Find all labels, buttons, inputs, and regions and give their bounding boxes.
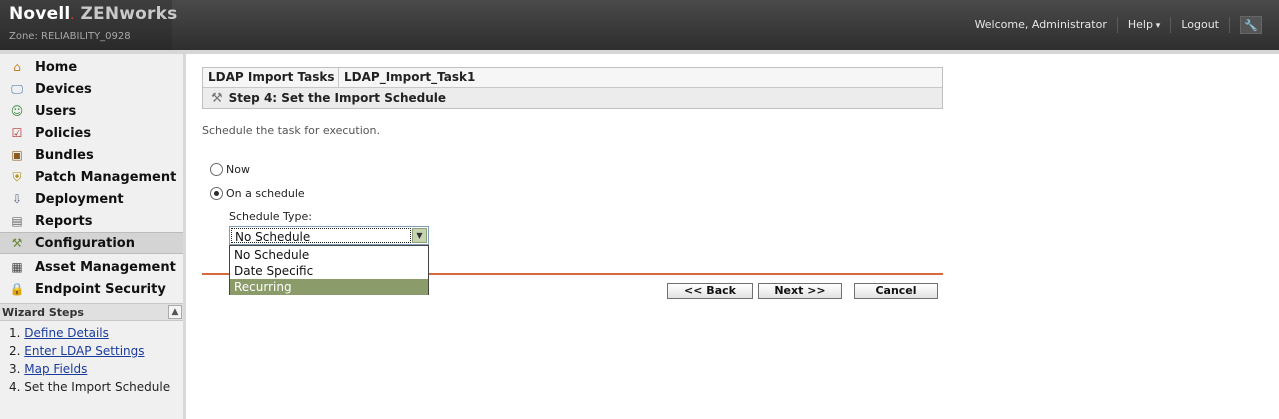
brand-dot: .	[70, 11, 75, 22]
next-button[interactable]: Next >>	[758, 283, 842, 299]
wizard-step-number: 4.	[9, 380, 21, 394]
chevron-down-icon[interactable]: ▼	[412, 228, 427, 243]
sidebar-item-label: Asset Management	[35, 259, 176, 275]
bundles-icon: ▣	[11, 148, 23, 162]
option-now[interactable]: Now	[210, 163, 250, 176]
wizard-step-link[interactable]: Map Fields	[24, 362, 87, 376]
deployment-icon: ⇩	[11, 192, 23, 206]
dropdown-option-recurring[interactable]: Recurring	[230, 279, 428, 295]
wizard-step-3: 3. Map Fields	[9, 362, 87, 376]
back-button[interactable]: << Back	[667, 283, 753, 299]
sidebar-item-label: Bundles	[35, 147, 94, 163]
brand-area: Novell. ZENworks Zone: RELIABILITY_0928	[0, 0, 177, 50]
page-title: Step 4: Set the Import Schedule	[228, 91, 447, 105]
sidebar-item-label: Deployment	[35, 191, 124, 207]
chevron-up-icon: ▲	[171, 307, 179, 317]
policies-icon: ☑	[11, 126, 23, 140]
sidebar-item-label: Users	[35, 103, 77, 119]
wizard-step-1: 1. Define Details	[9, 326, 109, 340]
breadcrumb-section[interactable]: LDAP Import Tasks	[203, 68, 339, 88]
sidebar-item-deployment[interactable]: ⇩ Deployment	[0, 188, 183, 210]
header-links: Welcome, Administrator Help Logout 🔧	[965, 0, 1279, 50]
wizard-step-number: 2.	[9, 344, 21, 358]
sidebar-item-bundles[interactable]: ▣ Bundles	[0, 144, 183, 166]
radio-on-schedule-label: On a schedule	[226, 187, 305, 200]
sidebar-item-label: Endpoint Security	[35, 281, 166, 297]
breadcrumb-task: LDAP_Import_Task1	[344, 70, 476, 84]
wizard-step-number: 3.	[9, 362, 21, 376]
breadcrumb: LDAP Import Tasks LDAP_Import_Task1 ⚒ St…	[202, 67, 943, 109]
zone-label: Zone: RELIABILITY_0928	[9, 31, 131, 42]
welcome-text: Welcome, Administrator	[965, 17, 1118, 33]
sidebar-item-patch-management[interactable]: ⛨ Patch Management	[0, 166, 183, 188]
brand-product: ZENworks	[80, 4, 178, 24]
asset-icon: ▦	[11, 260, 23, 274]
header-divider	[0, 50, 1279, 54]
help-menu[interactable]: Help	[1118, 17, 1172, 33]
sidebar-item-home[interactable]: ⌂ Home	[0, 56, 183, 78]
sidebar-item-label: Policies	[35, 125, 92, 141]
wizard-step-2: 2. Enter LDAP Settings	[9, 344, 145, 358]
sidebar-item-label: Patch Management	[35, 169, 177, 185]
description-text: Schedule the task for execution.	[202, 124, 380, 137]
schedule-type-dropdown: No Schedule Date Specific Recurring	[229, 245, 429, 295]
sidebar-item-devices[interactable]: 🖵 Devices	[0, 78, 183, 100]
radio-now-label: Now	[226, 163, 250, 176]
select-focus-ring: No Schedule	[231, 228, 411, 244]
schedule-type-select[interactable]: No Schedule ▼	[229, 226, 429, 245]
sidebar-item-label: Configuration	[35, 235, 135, 251]
sidebar-item-label: Devices	[35, 81, 92, 97]
wizard-step-current: Set the Import Schedule	[24, 380, 171, 394]
brand-novell: Novell	[9, 4, 71, 24]
dropdown-option-date-specific[interactable]: Date Specific	[230, 263, 428, 279]
step-title-row: ⚒ Step 4: Set the Import Schedule	[203, 88, 942, 108]
lock-icon: 🔒	[9, 282, 25, 296]
sidebar-item-endpoint-security[interactable]: 🔒 Endpoint Security	[0, 278, 183, 300]
wizard-wand-icon: ⚒	[211, 90, 223, 106]
schedule-type-label: Schedule Type:	[229, 210, 313, 223]
wrench-icon: 🔧	[1244, 18, 1258, 32]
schedule-type-value: No Schedule	[235, 230, 311, 244]
app-logo: Novell. ZENworks	[9, 4, 177, 24]
users-icon: ☺	[10, 104, 24, 118]
wrench-icon: ⚒	[11, 236, 23, 250]
breadcrumb-row: LDAP Import Tasks LDAP_Import_Task1	[203, 68, 942, 88]
option-on-schedule[interactable]: On a schedule	[210, 187, 305, 200]
sidebar-item-configuration[interactable]: ⚒ Configuration	[0, 232, 183, 254]
tools-button[interactable]: 🔧	[1240, 16, 1262, 34]
sidebar-item-policies[interactable]: ☑ Policies	[0, 122, 183, 144]
wizard-step-number: 1.	[9, 326, 21, 340]
wizard-steps-title: Wizard Steps	[2, 305, 84, 319]
wizard-step-4: 4. Set the Import Schedule	[9, 380, 170, 394]
sidebar-item-reports[interactable]: ▤ Reports	[0, 210, 183, 232]
wizard-steps-header: Wizard Steps ▲	[0, 303, 183, 321]
sidebar: ⌂ Home 🖵 Devices ☺ Users ☑ Policies ▣ Bu…	[0, 54, 186, 419]
sidebar-item-users[interactable]: ☺ Users	[0, 100, 183, 122]
sidebar-item-label: Home	[35, 59, 78, 75]
sidebar-item-label: Reports	[35, 213, 93, 229]
dropdown-option-no-schedule[interactable]: No Schedule	[230, 247, 428, 263]
wizard-step-link[interactable]: Define Details	[24, 326, 109, 340]
top-header-bar: Novell. ZENworks Zone: RELIABILITY_0928 …	[0, 0, 1279, 50]
radio-now[interactable]	[210, 163, 223, 176]
collapse-button[interactable]: ▲	[168, 305, 182, 319]
sidebar-item-asset-management[interactable]: ▦ Asset Management	[0, 256, 183, 278]
wizard-step-link[interactable]: Enter LDAP Settings	[24, 344, 144, 358]
devices-icon: 🖵	[11, 82, 23, 96]
logout-link[interactable]: Logout	[1171, 17, 1230, 33]
home-icon: ⌂	[13, 60, 21, 74]
cancel-button[interactable]: Cancel	[854, 283, 938, 299]
reports-icon: ▤	[11, 214, 23, 228]
radio-on-schedule[interactable]	[210, 187, 223, 200]
shield-icon: ⛨	[12, 170, 22, 184]
